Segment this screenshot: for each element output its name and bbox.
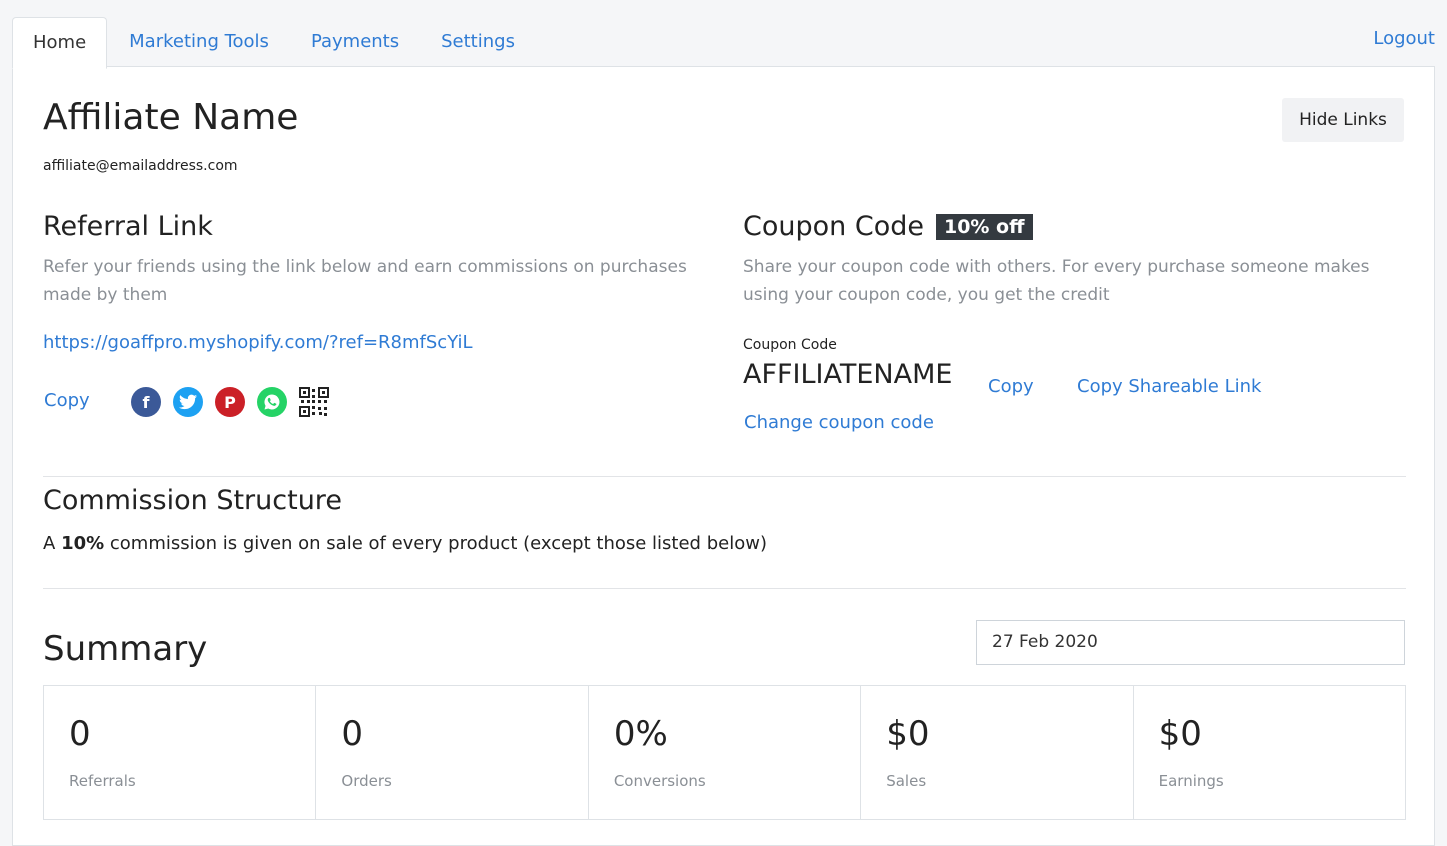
stat-label: Orders xyxy=(341,772,392,790)
change-coupon-code-link[interactable]: Change coupon code xyxy=(744,412,934,433)
divider xyxy=(43,476,1406,477)
stat-referrals: 0 Referrals xyxy=(44,686,317,819)
commission-structure-title: Commission Structure xyxy=(43,485,342,516)
tab-home[interactable]: Home xyxy=(12,17,108,69)
affiliate-name: Affiliate Name xyxy=(43,97,299,138)
coupon-code-value: AFFILIATENAME xyxy=(743,359,953,390)
twitter-icon[interactable] xyxy=(173,387,203,417)
tab-payments[interactable]: Payments xyxy=(291,17,419,67)
facebook-icon[interactable]: f xyxy=(131,387,161,417)
coupon-description: Share your coupon code with others. For … xyxy=(743,257,1370,305)
commission-description: A 10% commission is given on sale of eve… xyxy=(43,533,767,554)
stat-value: $0 xyxy=(1158,714,1202,754)
stat-value: 0 xyxy=(69,714,91,754)
coupon-code-title-row: Coupon Code 10% off xyxy=(743,211,1033,242)
stat-value: $0 xyxy=(886,714,930,754)
stat-conversions: 0% Conversions xyxy=(589,686,862,819)
home-panel: Affiliate Name affiliate@emailaddress.co… xyxy=(12,66,1435,846)
qr-code-icon[interactable] xyxy=(299,387,329,417)
date-range-input[interactable]: 27 Feb 2020 xyxy=(976,620,1405,665)
stat-label: Sales xyxy=(886,772,927,790)
copy-shareable-link[interactable]: Copy Shareable Link xyxy=(1077,376,1261,397)
hide-links-button[interactable]: Hide Links xyxy=(1282,98,1404,142)
referral-description: Refer your friends using the link below … xyxy=(43,257,687,305)
discount-badge: 10% off xyxy=(935,213,1033,240)
pinterest-icon[interactable]: P xyxy=(215,387,245,417)
stat-label: Referrals xyxy=(69,772,136,790)
referral-link-title: Referral Link xyxy=(43,211,213,242)
commission-rate: 10% xyxy=(61,533,105,554)
stat-value: 0 xyxy=(341,714,364,754)
coupon-code-label: Coupon Code xyxy=(743,337,837,353)
tab-marketing-tools[interactable]: Marketing Tools xyxy=(109,17,289,67)
coupon-code-title: Coupon Code xyxy=(743,211,924,242)
stat-value: 0% xyxy=(613,714,668,754)
referral-url[interactable]: https://goaffpro.myshopify.com/?ref=R8mf… xyxy=(43,332,473,353)
stat-label: Earnings xyxy=(1158,772,1224,790)
summary-title: Summary xyxy=(43,629,208,669)
stat-sales: $0 Sales xyxy=(861,686,1134,819)
copy-referral-link[interactable]: Copy xyxy=(44,390,90,411)
share-icons: f P xyxy=(131,387,329,417)
commission-prefix: A xyxy=(43,533,56,554)
stat-earnings: $0 Earnings xyxy=(1134,686,1405,819)
tab-settings[interactable]: Settings xyxy=(421,17,535,67)
divider xyxy=(43,588,1406,589)
stat-orders: 0 Orders xyxy=(316,686,589,819)
affiliate-email: affiliate@emailaddress.com xyxy=(43,158,238,174)
summary-stats: 0 Referrals 0 Orders 0% Conversions $0 S… xyxy=(43,685,1406,820)
copy-coupon-code[interactable]: Copy xyxy=(988,376,1034,397)
nav-tabs: Home Marketing Tools Payments Settings xyxy=(12,17,537,69)
stat-label: Conversions xyxy=(613,772,706,790)
logout-link[interactable]: Logout xyxy=(1373,28,1435,49)
commission-suffix: commission is given on sale of every pro… xyxy=(109,533,767,554)
whatsapp-icon[interactable] xyxy=(257,387,287,417)
